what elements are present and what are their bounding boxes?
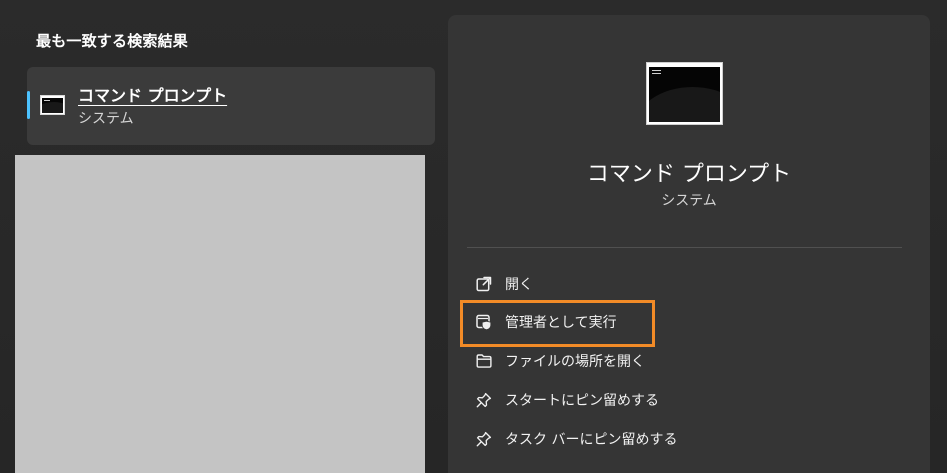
details-subtitle: システム bbox=[661, 193, 717, 209]
details-action-list: 開く 管理者として実行 ファイルの場所を開く スタートにピン留めする タスク バ… bbox=[448, 267, 930, 467]
pin-to-start-action[interactable]: スタートにピン留めする bbox=[475, 385, 659, 415]
search-results-placeholder bbox=[15, 155, 425, 473]
best-match-result-command-prompt[interactable]: コマンド プロンプト システム bbox=[27, 67, 435, 145]
pin-icon bbox=[475, 427, 505, 451]
open-action[interactable]: 開く bbox=[475, 269, 533, 299]
best-match-subtitle: システム bbox=[78, 111, 134, 127]
run-as-administrator-shield-icon bbox=[475, 310, 505, 334]
folder-icon bbox=[475, 349, 505, 373]
windows-search-results-screen: 最も一致する検索結果 コマンド プロンプト システム コマンド プロンプト シス… bbox=[0, 0, 947, 473]
open-file-location-label: ファイルの場所を開く bbox=[505, 354, 645, 370]
pin-to-start-label: スタートにピン留めする bbox=[505, 393, 659, 409]
details-title: コマンド プロンプト bbox=[586, 162, 792, 187]
command-prompt-large-icon bbox=[646, 62, 723, 125]
command-prompt-screen-large bbox=[649, 67, 720, 122]
run-as-administrator-label: 管理者として実行 bbox=[505, 315, 617, 331]
open-file-location-action[interactable]: ファイルの場所を開く bbox=[475, 346, 645, 376]
pin-icon bbox=[475, 388, 505, 412]
selected-result-indicator bbox=[27, 91, 30, 119]
open-action-label: 開く bbox=[505, 277, 533, 293]
pin-to-taskbar-label: タスク バーにピン留めする bbox=[505, 432, 678, 448]
pin-to-taskbar-action[interactable]: タスク バーにピン留めする bbox=[475, 424, 677, 454]
open-external-icon bbox=[475, 272, 505, 296]
best-match-heading: 最も一致する検索結果 bbox=[36, 32, 189, 50]
command-prompt-icon bbox=[40, 95, 65, 115]
result-details-panel: コマンド プロンプト システム 開く 管理者として実行 ファイルの場所を開く ス… bbox=[448, 15, 930, 473]
best-match-title: コマンド プロンプト bbox=[78, 86, 228, 105]
details-divider bbox=[467, 247, 902, 248]
command-prompt-screen bbox=[42, 98, 63, 113]
run-as-administrator-action[interactable]: 管理者として実行 bbox=[475, 307, 617, 337]
